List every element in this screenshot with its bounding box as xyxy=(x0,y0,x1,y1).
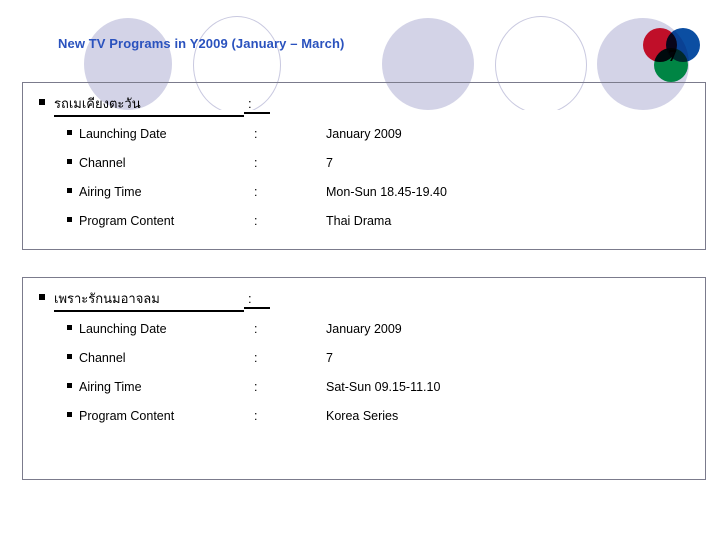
detail-row: Airing Time : Mon-Sun 18.45-19.40 xyxy=(67,185,687,214)
detail-label: Program Content xyxy=(79,409,175,423)
detail-separator: : xyxy=(254,380,258,394)
detail-row: Airing Time : Sat-Sun 09.15-11.10 xyxy=(67,380,687,409)
detail-label: Program Content xyxy=(79,214,175,228)
detail-value: 7 xyxy=(326,351,333,365)
slide-title: New TV Programs in Y2009 (January – Marc… xyxy=(58,36,345,51)
program-1-title: รถเมเคียงตะวัน xyxy=(54,93,244,117)
bullet-square-icon xyxy=(67,130,72,135)
program-1-heading: รถเมเคียงตะวัน : xyxy=(39,93,270,117)
detail-separator: : xyxy=(254,185,258,199)
program-2-heading: เพราะรักนมอาจลม : xyxy=(39,288,270,312)
logo-digit: 7 xyxy=(668,46,677,65)
bullet-square-icon xyxy=(67,412,72,417)
program-1-title-colon: : xyxy=(244,96,270,114)
detail-row: Channel : 7 xyxy=(67,156,687,185)
detail-label: Airing Time xyxy=(79,185,142,199)
program-2-title-colon: : xyxy=(244,291,270,309)
detail-separator: : xyxy=(254,214,258,228)
bullet-square-icon xyxy=(67,325,72,330)
detail-row: Launching Date : January 2009 xyxy=(67,127,687,156)
channel-7-logo: 7 xyxy=(641,26,703,84)
detail-value: 7 xyxy=(326,156,333,170)
bullet-square-icon xyxy=(39,99,45,105)
detail-value: Sat-Sun 09.15-11.10 xyxy=(326,380,441,394)
program-block-2: เพราะรักนมอาจลม : Launching Date : Janua… xyxy=(22,277,706,480)
detail-separator: : xyxy=(254,322,258,336)
bullet-square-icon xyxy=(67,354,72,359)
detail-row: Program Content : Thai Drama xyxy=(67,214,687,243)
detail-value: January 2009 xyxy=(326,322,402,336)
detail-value: Mon-Sun 18.45-19.40 xyxy=(326,185,447,199)
detail-label: Launching Date xyxy=(79,322,167,336)
detail-row: Channel : 7 xyxy=(67,351,687,380)
detail-separator: : xyxy=(254,351,258,365)
detail-label: Airing Time xyxy=(79,380,142,394)
detail-value: Thai Drama xyxy=(326,214,392,228)
detail-row: Launching Date : January 2009 xyxy=(67,322,687,351)
detail-label: Channel xyxy=(79,351,126,365)
detail-separator: : xyxy=(254,409,258,423)
detail-row: Program Content : Korea Series xyxy=(67,409,687,438)
program-2-title: เพราะรักนมอาจลม xyxy=(54,288,244,312)
bullet-square-icon xyxy=(67,383,72,388)
bullet-square-icon xyxy=(67,188,72,193)
detail-separator: : xyxy=(254,156,258,170)
program-1-detail-list: Launching Date : January 2009 Channel : … xyxy=(67,127,687,243)
detail-value: January 2009 xyxy=(326,127,402,141)
bullet-square-icon xyxy=(39,294,45,300)
detail-value: Korea Series xyxy=(326,409,399,423)
detail-label: Channel xyxy=(79,156,126,170)
bullet-square-icon xyxy=(67,217,72,222)
bullet-square-icon xyxy=(67,159,72,164)
detail-label: Launching Date xyxy=(79,127,167,141)
program-block-1: รถเมเคียงตะวัน : Launching Date : Januar… xyxy=(22,82,706,250)
detail-separator: : xyxy=(254,127,258,141)
program-2-detail-list: Launching Date : January 2009 Channel : … xyxy=(67,322,687,438)
